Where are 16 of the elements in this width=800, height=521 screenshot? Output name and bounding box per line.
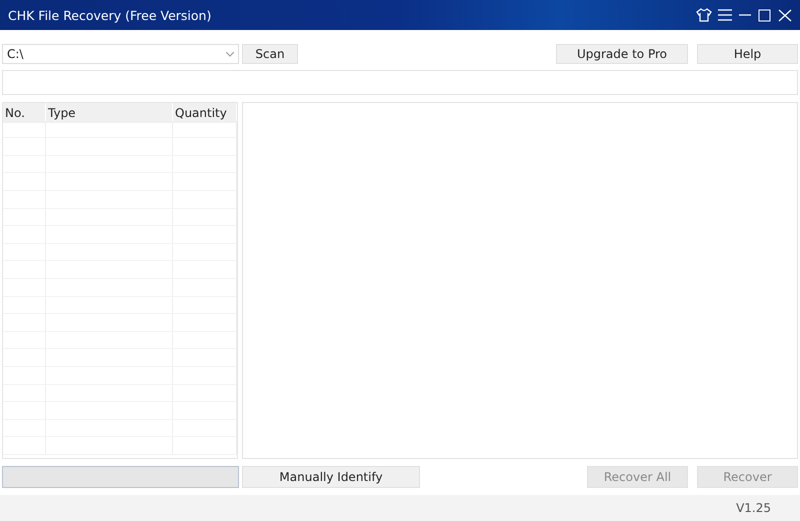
action-button[interactable]: Manually Identify <box>242 466 420 488</box>
close-icon[interactable] <box>778 8 792 22</box>
action-button[interactable]: Scan <box>242 44 298 64</box>
window-title: CHK File Recovery (Free Version) <box>8 8 212 22</box>
column-header: Quantity <box>173 103 237 123</box>
maximize-icon[interactable] <box>758 8 772 22</box>
column-header: No. <box>3 103 46 123</box>
shirt-icon[interactable] <box>696 8 712 22</box>
version-label: V1.25 <box>736 501 771 515</box>
chevron-icon <box>226 52 234 56</box>
path-field[interactable] <box>2 70 798 95</box>
menu-icon[interactable] <box>718 9 732 21</box>
column-header: Type <box>46 103 173 123</box>
action-button[interactable]: Help <box>697 44 798 64</box>
action-button[interactable]: Upgrade to Pro <box>556 44 688 64</box>
drive-dropdown[interactable]: C:\ <box>2 44 239 64</box>
